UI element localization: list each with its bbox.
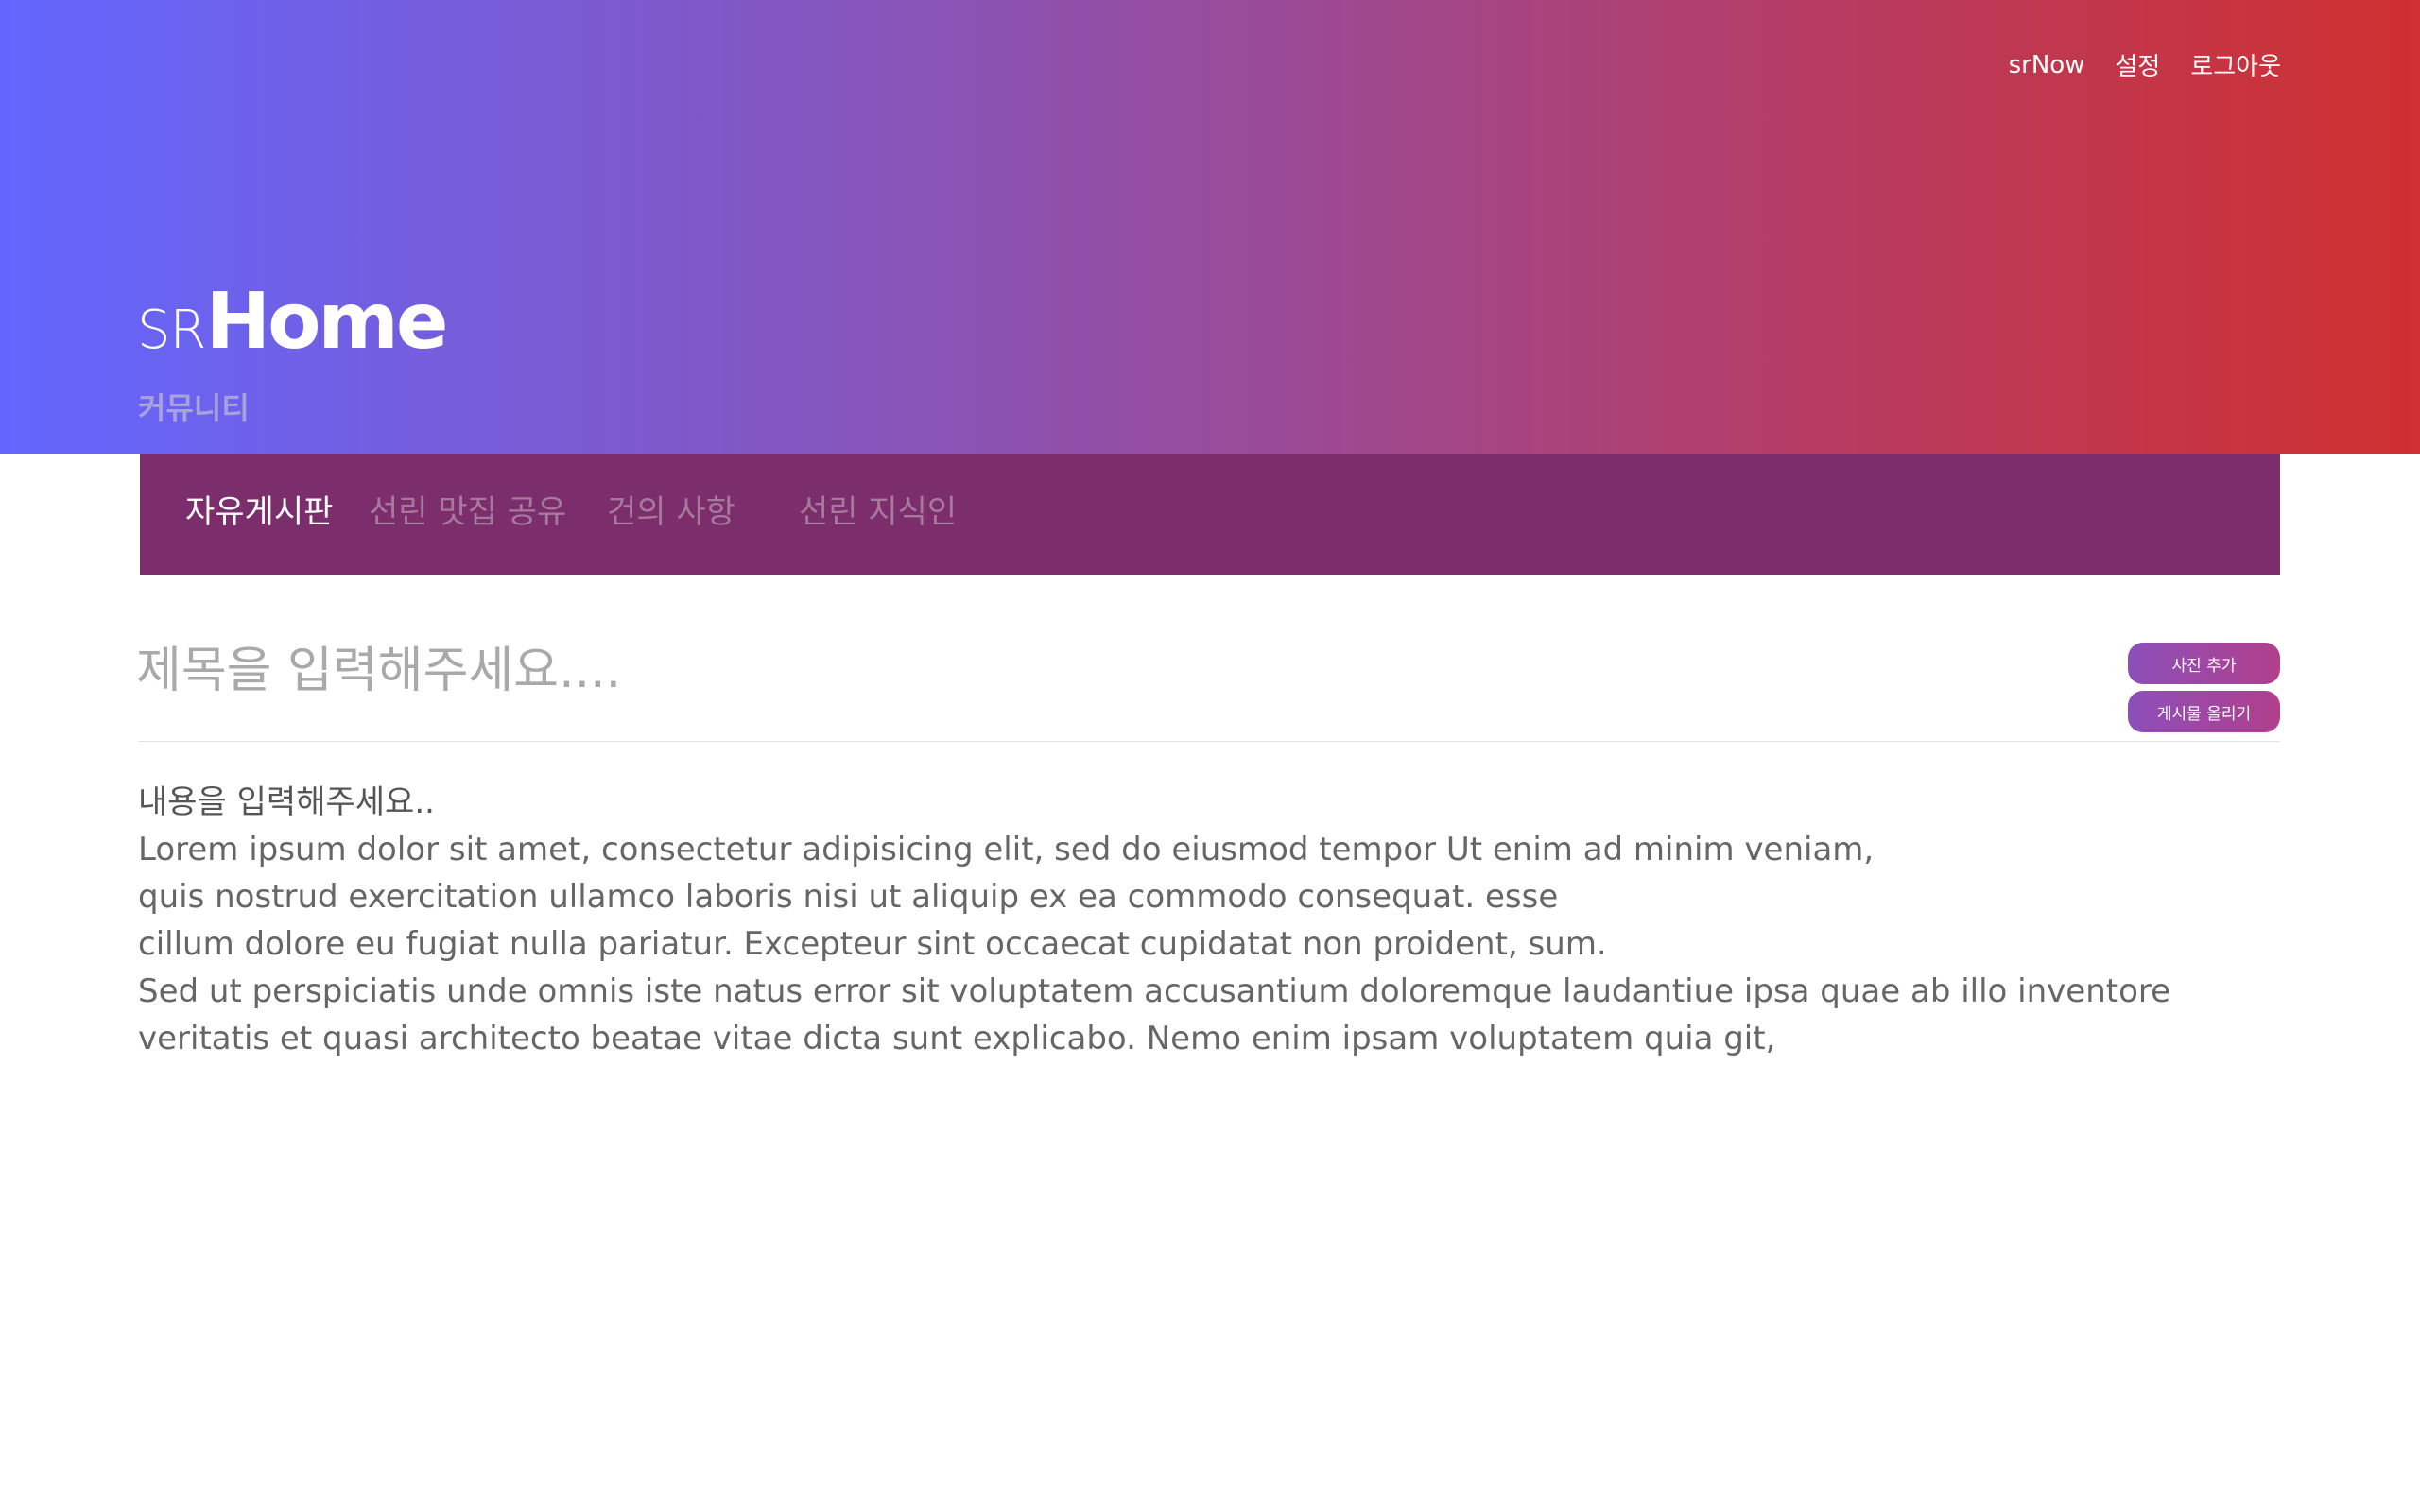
tab-free-board[interactable]: 자유게시판: [185, 454, 333, 575]
tab-suggestions[interactable]: 건의 사항: [607, 454, 735, 575]
post-title-input[interactable]: [136, 633, 1932, 709]
page-subtitle: 커뮤니티: [138, 390, 250, 426]
category-bar: 자유게시판 선린 맛집 공유 건의 사항 선린 지식인: [140, 454, 2280, 575]
content-line: veritatis et quasi architecto beatae vit…: [138, 1020, 1776, 1057]
title-divider: [138, 741, 2280, 742]
top-nav: srNow 설정 로그아웃: [2009, 47, 2281, 82]
content-line: cillum dolore eu fugiat nulla pariatur. …: [138, 925, 1607, 963]
content-placeholder: 내용을 입력해주세요..: [138, 783, 435, 821]
hero-header: srNow 설정 로그아웃 SRHome 커뮤니티: [0, 0, 2420, 454]
brand-main: Home: [205, 277, 448, 367]
add-photo-button[interactable]: 사진 추가: [2128, 643, 2280, 684]
post-content-editor[interactable]: 내용을 입력해주세요.. Lorem ipsum dolor sit amet,…: [138, 779, 2274, 1062]
brand-prefix: SR: [137, 300, 206, 361]
brand-logo[interactable]: SRHome: [137, 284, 449, 361]
nav-link-logout[interactable]: 로그아웃: [2190, 47, 2281, 82]
nav-link-srnow[interactable]: srNow: [2009, 51, 2085, 79]
tab-knowledge-qa[interactable]: 선린 지식인: [799, 454, 957, 575]
submit-post-button[interactable]: 게시물 올리기: [2128, 691, 2280, 732]
content-line: Sed ut perspiciatis unde omnis iste natu…: [138, 972, 2171, 1010]
tab-restaurant-share[interactable]: 선린 맛집 공유: [369, 454, 566, 575]
content-line: quis nostrud exercitation ullamco labori…: [138, 878, 1559, 916]
content-line: Lorem ipsum dolor sit amet, consectetur …: [138, 831, 1875, 868]
nav-link-settings[interactable]: 설정: [2115, 47, 2160, 82]
